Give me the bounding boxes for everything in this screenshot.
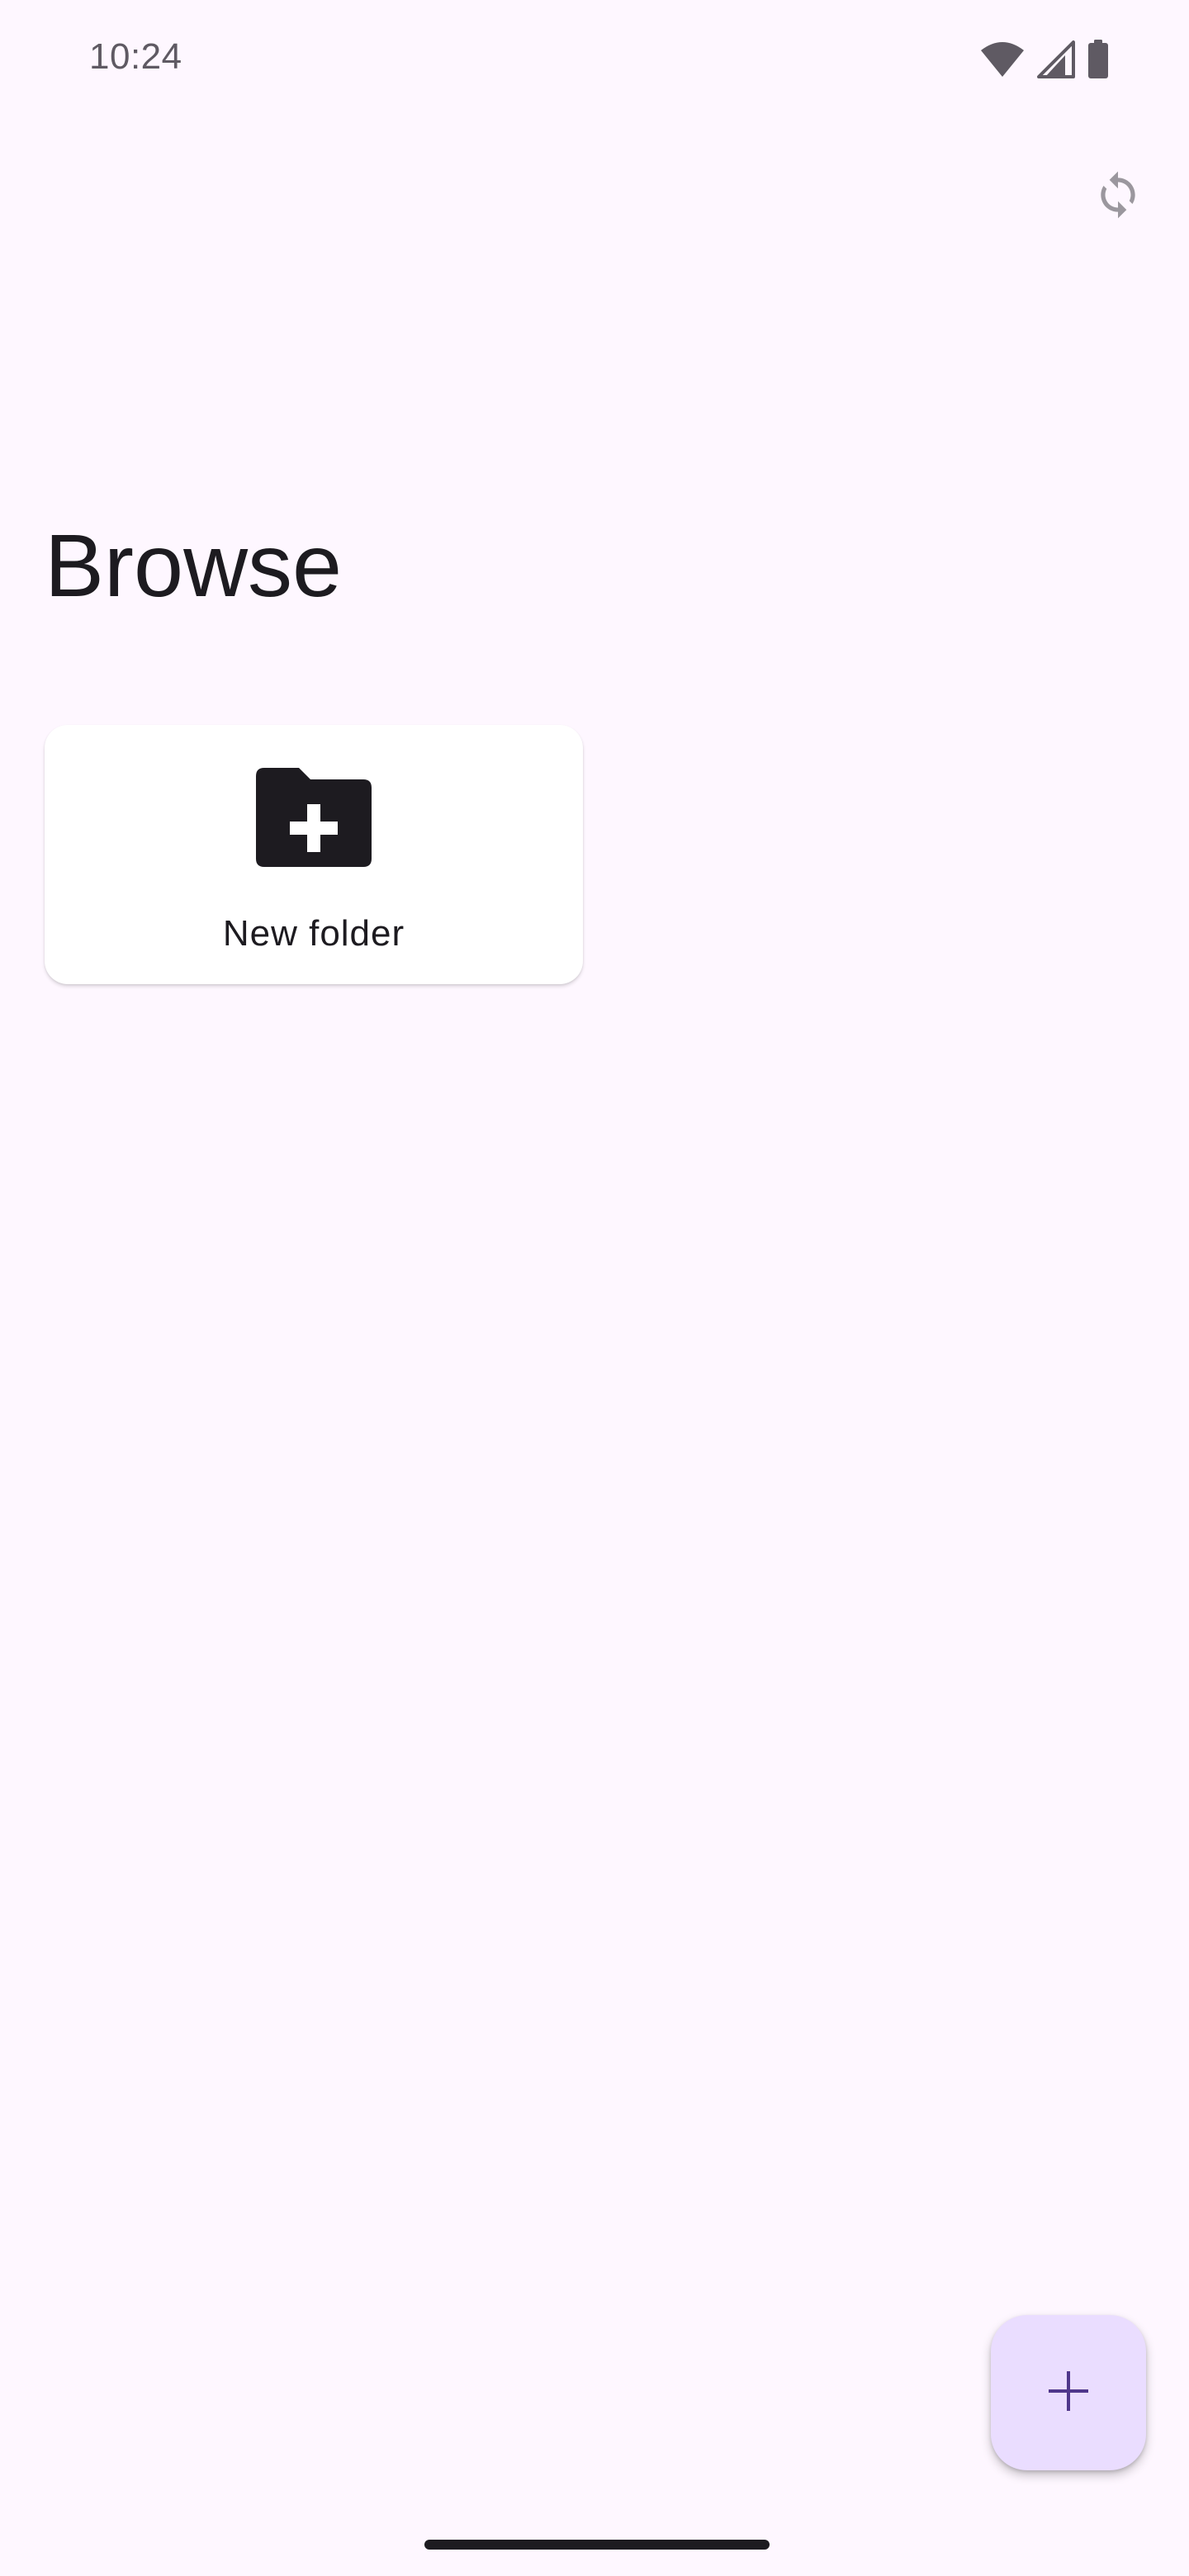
new-folder-card[interactable]: New folder (45, 725, 583, 984)
sync-button[interactable] (1088, 163, 1148, 230)
create-new-folder-icon (256, 768, 372, 867)
wifi-icon (979, 40, 1026, 83)
sync-icon (1092, 164, 1144, 230)
status-time: 10:24 (89, 36, 182, 77)
page-title: Browse (45, 515, 343, 615)
status-icons (979, 40, 1110, 83)
status-bar: 10:24 (0, 0, 1189, 116)
home-indicator[interactable] (424, 2540, 770, 2550)
add-fab-button[interactable] (991, 2315, 1146, 2470)
new-folder-label: New folder (222, 913, 405, 954)
cell-signal-icon (1037, 40, 1075, 83)
add-icon (1045, 2368, 1092, 2418)
battery-icon (1087, 40, 1110, 83)
